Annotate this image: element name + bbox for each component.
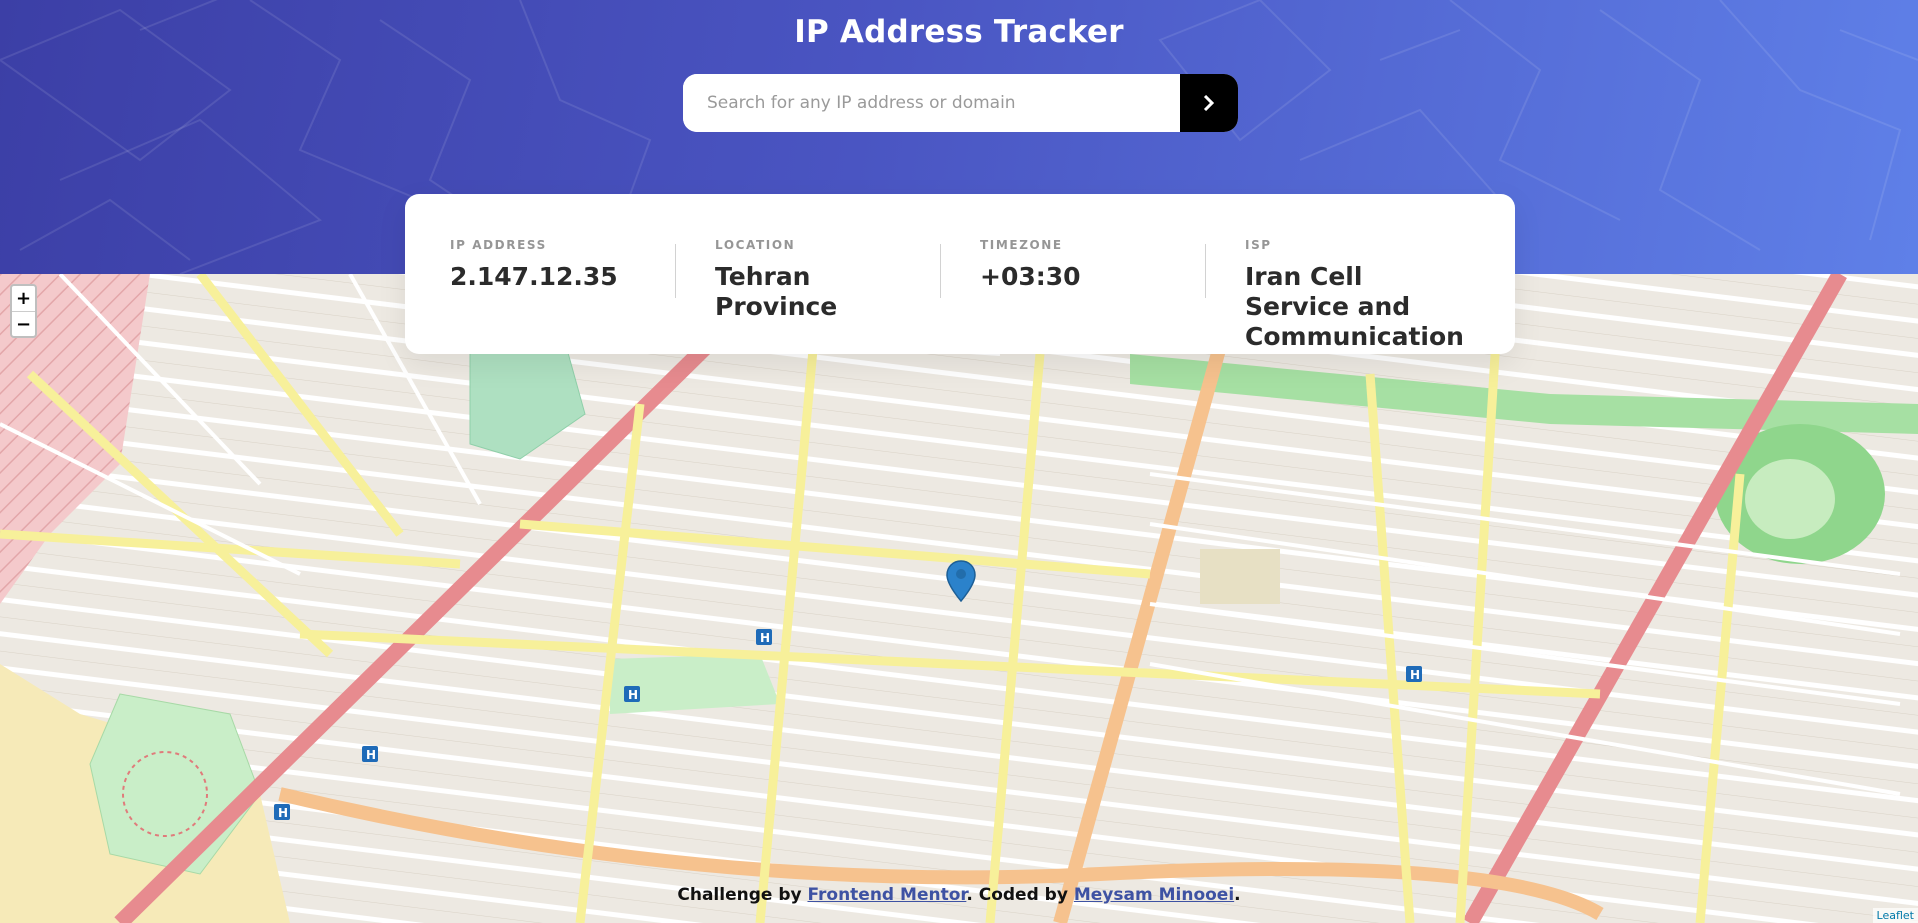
- svg-text:H: H: [366, 748, 376, 762]
- location-label: LOCATION: [715, 238, 796, 252]
- page-title: IP Address Tracker: [794, 14, 1124, 50]
- chevron-right-icon: [1203, 95, 1215, 111]
- svg-text:H: H: [278, 806, 288, 820]
- timezone-value: +03:30: [980, 262, 1081, 291]
- svg-text:H: H: [1410, 668, 1420, 682]
- search-input[interactable]: [683, 74, 1180, 132]
- zoom-in-button[interactable]: +: [12, 286, 35, 311]
- search-form: [683, 74, 1238, 132]
- zoom-control: + −: [10, 284, 37, 338]
- map-attribution-link[interactable]: Leaflet: [1872, 908, 1918, 923]
- isp-label: ISP: [1245, 238, 1272, 252]
- ip-info-card: IP ADDRESS 2.147.12.35 LOCATION Tehran P…: [405, 194, 1515, 354]
- map-view[interactable]: H H H H H + − Leaflet: [0, 274, 1918, 923]
- timezone-panel: TIMEZONE +03:30: [940, 238, 1205, 354]
- svg-text:H: H: [760, 631, 770, 645]
- location-panel: LOCATION Tehran Province: [675, 238, 940, 354]
- footer-prefix: Challenge by: [677, 885, 808, 905]
- attribution-footer: Challenge by Frontend Mentor. Coded by M…: [0, 885, 1918, 905]
- frontend-mentor-link[interactable]: Frontend Mentor: [807, 885, 966, 905]
- search-button[interactable]: [1180, 74, 1238, 132]
- ip-address-label: IP ADDRESS: [450, 238, 547, 252]
- svg-text:H: H: [628, 688, 638, 702]
- author-link[interactable]: Meysam Minooei: [1074, 885, 1234, 905]
- location-value: Tehran Province: [715, 262, 838, 321]
- zoom-out-button[interactable]: −: [12, 311, 35, 336]
- timezone-label: TIMEZONE: [980, 238, 1063, 252]
- footer-middle: . Coded by: [966, 885, 1074, 905]
- location-pin-icon[interactable]: [946, 560, 976, 602]
- isp-panel: ISP Iran Cell Service and Communication: [1205, 238, 1470, 354]
- ip-address-panel: IP ADDRESS 2.147.12.35: [450, 238, 675, 354]
- isp-value: Iran Cell Service and Communication: [1245, 262, 1464, 351]
- ip-address-value: 2.147.12.35: [450, 262, 618, 291]
- footer-suffix: .: [1234, 885, 1241, 905]
